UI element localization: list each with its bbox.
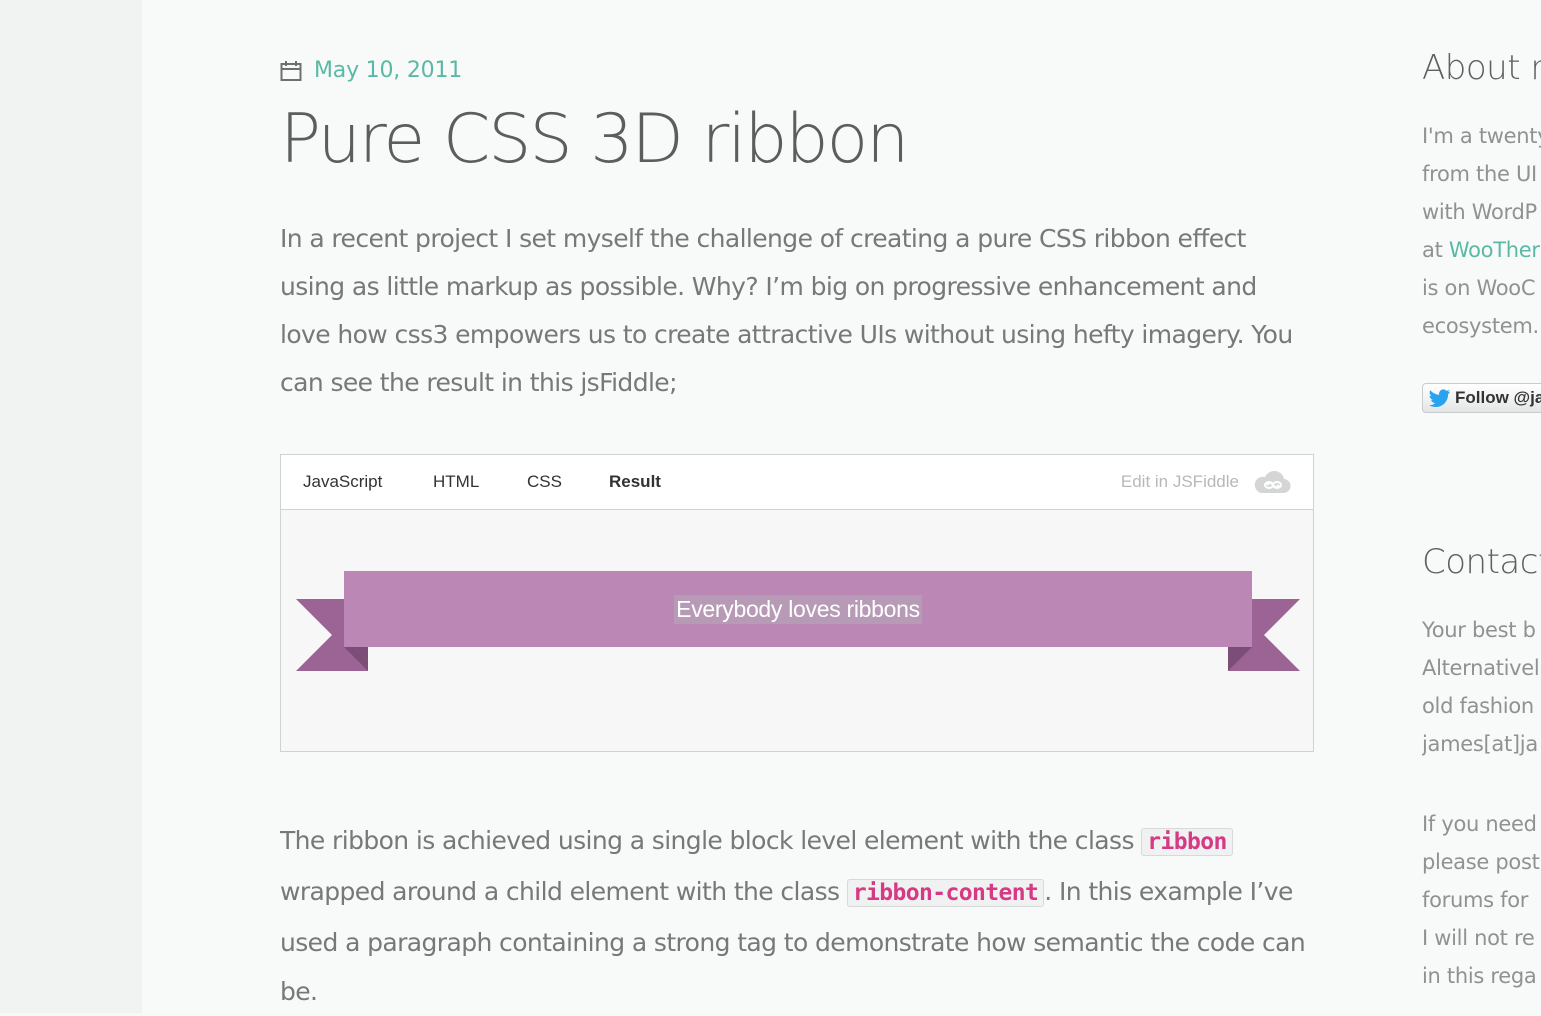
edit-in-jsfiddle-label[interactable]: Edit in JSFiddle xyxy=(1121,472,1239,492)
contact-line-2: Alternativel xyxy=(1422,656,1540,680)
about-line-6: ecosystem. xyxy=(1422,314,1539,338)
twitter-follow-button[interactable]: Follow @ja xyxy=(1422,383,1541,413)
post-date-text[interactable]: May 10, 2011 xyxy=(314,58,462,83)
ribbon-demo: Everybody loves ribbons xyxy=(296,571,1300,671)
cloud-icon xyxy=(1254,470,1291,494)
twitter-follow-label[interactable]: Follow @ja xyxy=(1455,388,1541,408)
about-line-2: from the UI xyxy=(1422,162,1537,186)
tab-result[interactable]: Result xyxy=(609,472,661,492)
edit-in-jsfiddle-link[interactable]: Edit in JSFiddle xyxy=(1121,469,1291,495)
left-rail xyxy=(0,0,143,1013)
post-date[interactable]: May 10, 2011 xyxy=(280,58,462,83)
about-line-5: is on WooC xyxy=(1422,276,1536,300)
contact-heading: Contact xyxy=(1422,542,1541,582)
support-line-2: please post xyxy=(1422,850,1540,874)
tab-css[interactable]: CSS xyxy=(527,472,562,492)
body-text-1: The ribbon is achieved using a single bl… xyxy=(280,826,1142,855)
about-link-prefix: at xyxy=(1422,238,1449,262)
post-title: Pure CSS 3D ribbon xyxy=(280,100,909,179)
ribbon-band: Everybody loves ribbons xyxy=(344,571,1252,647)
support-line-4: I will not re xyxy=(1422,926,1535,950)
support-line-3: forums for xyxy=(1422,888,1529,912)
ribbon-text: Everybody loves ribbons xyxy=(674,594,922,624)
contact-line-1: Your best b xyxy=(1422,618,1536,642)
support-line-1: If you need xyxy=(1422,812,1537,836)
calendar-icon xyxy=(280,60,302,81)
fiddle-tab-bar: JavaScript HTML CSS Result Edit in JSFid… xyxy=(281,455,1313,510)
contact-line-4: james[at]ja xyxy=(1422,732,1538,756)
jsfiddle-embed: JavaScript HTML CSS Result Edit in JSFid… xyxy=(280,454,1314,752)
contact-line-3: old fashion xyxy=(1422,694,1534,718)
code-ribbon: ribbon xyxy=(1141,828,1233,856)
twitter-bird-icon xyxy=(1429,389,1451,407)
tab-javascript[interactable]: JavaScript xyxy=(303,472,382,492)
code-ribbon-content: ribbon-content xyxy=(846,879,1045,907)
about-line-1: I'm a twenty xyxy=(1422,124,1541,148)
sidebar: About r I'm a twenty from the UI with Wo… xyxy=(1422,0,1541,1013)
about-line-4: at WooTher xyxy=(1422,231,1540,269)
post-intro: In a recent project I set myself the cha… xyxy=(280,224,1293,397)
body-text-2: wrapped around a child element with the … xyxy=(280,877,847,906)
support-line-5: in this rega xyxy=(1422,964,1537,988)
fiddle-result-pane: Everybody loves ribbons xyxy=(281,510,1313,752)
post-body-paragraph: The ribbon is achieved using a single bl… xyxy=(280,816,1310,1016)
about-heading: About r xyxy=(1422,48,1541,88)
about-line-3: with WordP xyxy=(1422,200,1537,224)
tab-html[interactable]: HTML xyxy=(433,472,479,492)
woothemes-link[interactable]: WooTher xyxy=(1449,238,1540,262)
